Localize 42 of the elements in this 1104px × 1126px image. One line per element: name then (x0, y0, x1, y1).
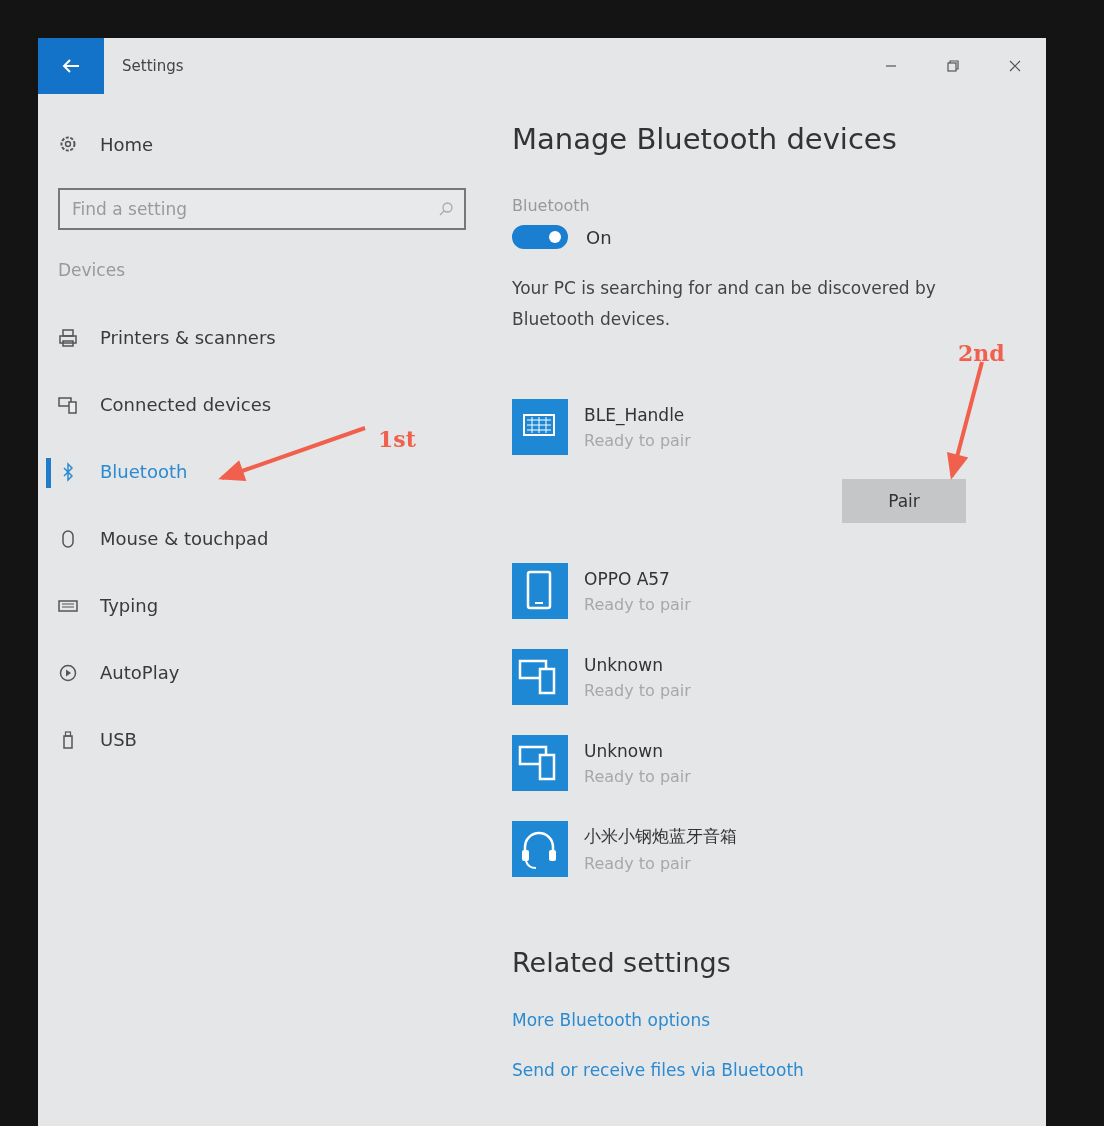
toggle-label: Bluetooth (512, 196, 591, 215)
pair-button[interactable]: Pair (842, 479, 966, 523)
device-name: Unknown (584, 740, 664, 761)
section-heading: Devices (58, 260, 126, 280)
home-nav-item[interactable]: Home (58, 114, 468, 174)
device-name: OPPO A57 (584, 568, 671, 589)
window-title: Settings (122, 57, 184, 75)
section-heading: Related settings (512, 947, 732, 978)
device-status: Ready to pair (584, 594, 691, 614)
sidebar-item[interactable]: Typing (58, 572, 468, 639)
device-status: Ready to pair (584, 430, 691, 450)
sidebar-item[interactable]: Printers & scanners (58, 304, 468, 371)
restore-icon (947, 60, 959, 72)
device-name: Unknown (584, 654, 664, 675)
printer-icon (58, 327, 78, 348)
device-status: Ready to pair (584, 854, 692, 873)
autoplay-icon (58, 662, 78, 683)
devices-icon (58, 394, 78, 415)
device-name: 小米小钢炮蓝牙音箱 (584, 825, 737, 848)
keyboard-icon (512, 399, 568, 455)
search-icon (438, 201, 454, 217)
headset-icon (512, 821, 568, 877)
settings-icon (58, 134, 78, 154)
page-title: Manage Bluetooth devices (512, 122, 898, 156)
sidebar-item[interactable]: Mouse & touchpad (58, 505, 468, 572)
description-text: Your PC is searching for and can be discovered by Bluetooth devices. (512, 277, 937, 331)
back-arrow-icon (62, 59, 80, 73)
devices-icon (512, 735, 568, 791)
annotation-label: 2nd (958, 340, 1005, 366)
sidebar-item[interactable]: AutoPlay (58, 639, 468, 706)
phone-icon (512, 563, 568, 619)
device-status: Ready to pair (584, 766, 691, 786)
close-icon (1009, 60, 1021, 72)
search-field[interactable]: Find a setting (58, 188, 466, 230)
device-status: Ready to pair (584, 680, 691, 700)
toggle-state: On (586, 226, 612, 248)
annotation-label: 1st (378, 426, 416, 452)
back-button[interactable] (38, 38, 104, 94)
device-name: BLE_Handle (584, 404, 686, 425)
toggle-switch[interactable] (512, 225, 568, 249)
sidebar-item[interactable]: USB (58, 706, 468, 773)
devices-icon (512, 649, 568, 705)
